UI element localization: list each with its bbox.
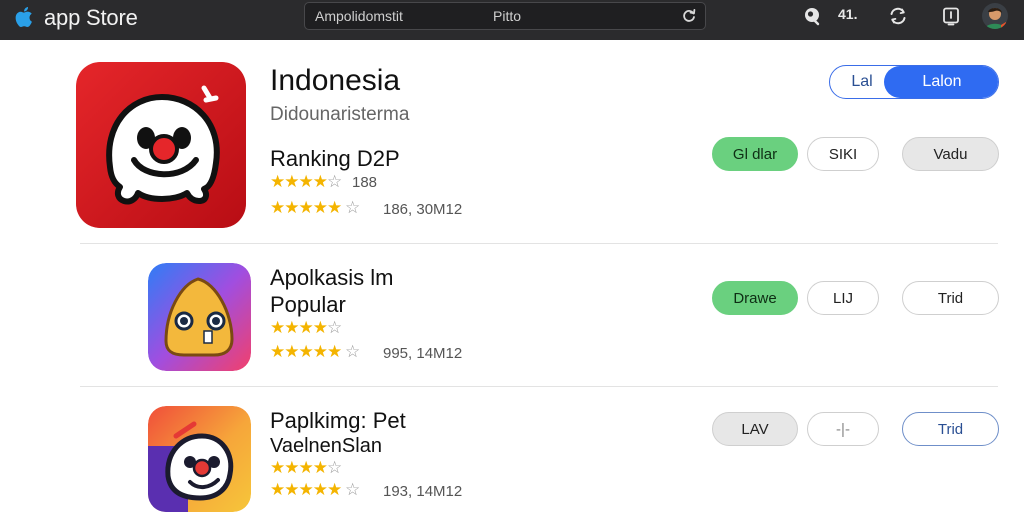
- rating-stars: ★★★★★ ☆: [270, 342, 360, 361]
- app-icon-indonesia[interactable]: [76, 62, 246, 228]
- app-title[interactable]: Apolkasis lm: [270, 265, 393, 291]
- app-action-button[interactable]: SIKI: [807, 137, 879, 171]
- app-icon-paplkimg[interactable]: [148, 406, 251, 512]
- app-category: Popular: [270, 292, 346, 317]
- app-icon-apolkasis[interactable]: [148, 263, 251, 371]
- rating-count: 186, 30M12: [383, 201, 463, 218]
- avatar[interactable]: [982, 3, 1008, 29]
- app-action-button[interactable]: Trid: [902, 412, 999, 446]
- app-action-button[interactable]: -|-: [807, 412, 879, 446]
- rating-stars: ★★★★★ ☆: [270, 480, 360, 499]
- app-action-button[interactable]: Drawe: [712, 281, 798, 315]
- rating-count: 188: [352, 174, 378, 191]
- apple-logo-icon[interactable]: [14, 4, 36, 30]
- bookmark-icon[interactable]: [941, 6, 961, 26]
- divider: [80, 386, 998, 387]
- top-bar: app Store Ampolidomstit Pitto 41.: [0, 0, 1024, 40]
- app-action-button[interactable]: Trid: [902, 281, 999, 315]
- notification-count: 41.: [838, 6, 858, 22]
- segment-option-right[interactable]: Lalon: [884, 66, 998, 98]
- segmented-control: Lal Lalon: [829, 65, 999, 99]
- rating-stars: ★★★★☆: [270, 458, 342, 477]
- app-subtitle: Didounaristerma: [270, 104, 410, 125]
- rating-stars: ★★★★☆: [270, 172, 342, 191]
- app-ranking: Ranking D2P: [270, 146, 400, 171]
- rating-count: 193, 14M12: [383, 483, 463, 500]
- sync-icon[interactable]: [888, 6, 908, 26]
- app-action-button[interactable]: LIJ: [807, 281, 879, 315]
- app-action-button[interactable]: LAV: [712, 412, 798, 446]
- app-action-button[interactable]: Gl dlar: [712, 137, 798, 171]
- rating-count: 995, 14M12: [383, 345, 463, 362]
- rating-stars: ★★★★☆: [270, 318, 342, 337]
- app-title[interactable]: Paplkimg: Pet: [270, 408, 406, 434]
- divider: [80, 243, 998, 244]
- app-action-button[interactable]: Vadu: [902, 137, 999, 171]
- app-subtitle: VaelnenSlan: [270, 435, 382, 457]
- search-text: Ampolidomstit: [315, 8, 403, 24]
- app-title[interactable]: Indonesia: [270, 64, 400, 98]
- reload-icon[interactable]: [681, 8, 697, 24]
- app-store-title: app Store: [44, 5, 138, 30]
- search-scope-label: Pitto: [493, 8, 522, 24]
- rating-stars: ★★★★★ ☆: [270, 198, 360, 217]
- account-icon[interactable]: [802, 6, 822, 26]
- search-input[interactable]: Ampolidomstit Pitto: [304, 2, 706, 30]
